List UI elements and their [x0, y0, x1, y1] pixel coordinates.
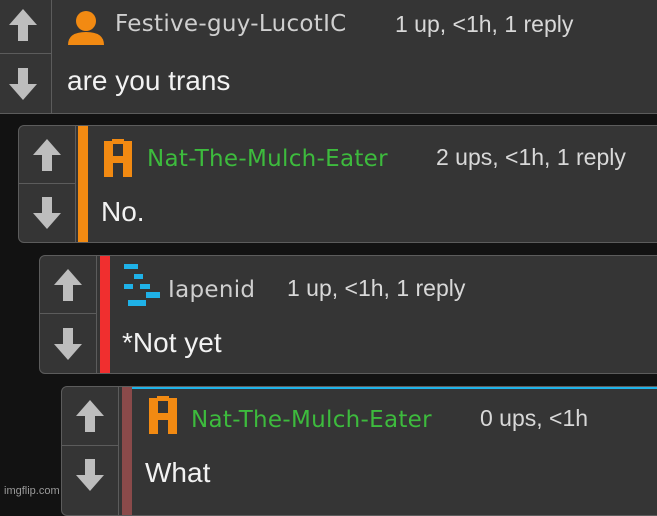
arrow-up-icon	[32, 138, 62, 172]
arrow-down-icon	[53, 327, 83, 361]
comment-meta: 1 up, <1h, 1 reply	[395, 11, 573, 38]
downvote-button[interactable]	[19, 183, 75, 242]
comment-text: are you trans	[67, 65, 230, 97]
comment-meta: 2 ups, <1h, 1 reply	[436, 144, 626, 171]
upvote-button[interactable]	[0, 0, 51, 54]
pixel-pattern-icon[interactable]	[124, 264, 164, 308]
comment-text: *Not yet	[122, 327, 222, 359]
vote-column	[19, 126, 76, 242]
upvote-button[interactable]	[62, 387, 118, 445]
h-logo-icon[interactable]	[104, 139, 132, 179]
upvote-button[interactable]	[19, 126, 75, 184]
downvote-button[interactable]	[62, 445, 118, 515]
thread-accent-bar	[78, 126, 88, 242]
arrow-down-icon	[8, 67, 38, 101]
arrow-down-icon	[75, 458, 105, 492]
upvote-button[interactable]	[40, 256, 96, 314]
comment-2: Nat-The-Mulch-Eater 2 ups, <1h, 1 reply …	[18, 125, 657, 243]
person-icon[interactable]	[66, 9, 106, 45]
vote-column	[62, 387, 119, 515]
comment-username[interactable]: Nat-The-Mulch-Eater	[147, 146, 388, 172]
thread-accent-bar	[122, 387, 132, 515]
h-logo-icon[interactable]	[149, 396, 177, 436]
comment-username[interactable]: Festive-guy-LucotIC	[115, 11, 347, 37]
arrow-up-icon	[8, 8, 38, 42]
downvote-button[interactable]	[0, 53, 51, 113]
comment-username[interactable]: Nat-The-Mulch-Eater	[191, 407, 432, 433]
comment-text: No.	[101, 196, 145, 228]
comment-meta: 1 up, <1h, 1 reply	[287, 275, 465, 302]
comment-text: What	[145, 457, 210, 489]
downvote-button[interactable]	[40, 313, 96, 373]
vote-column	[40, 256, 97, 373]
comment-4: Nat-The-Mulch-Eater 0 ups, <1h What	[61, 386, 657, 516]
comment-1: Festive-guy-LucotIC 1 up, <1h, 1 reply a…	[0, 0, 657, 114]
thread-accent-bar	[100, 256, 110, 373]
highlight-border	[132, 387, 657, 389]
arrow-up-icon	[75, 399, 105, 433]
arrow-up-icon	[53, 268, 83, 302]
comment-meta: 0 ups, <1h	[480, 405, 588, 432]
comment-username[interactable]: Iapenid	[168, 277, 255, 303]
comment-3: Iapenid 1 up, <1h, 1 reply *Not yet	[39, 255, 657, 374]
vote-column	[0, 0, 52, 113]
watermark: imgflip.com	[4, 485, 60, 497]
arrow-down-icon	[32, 196, 62, 230]
